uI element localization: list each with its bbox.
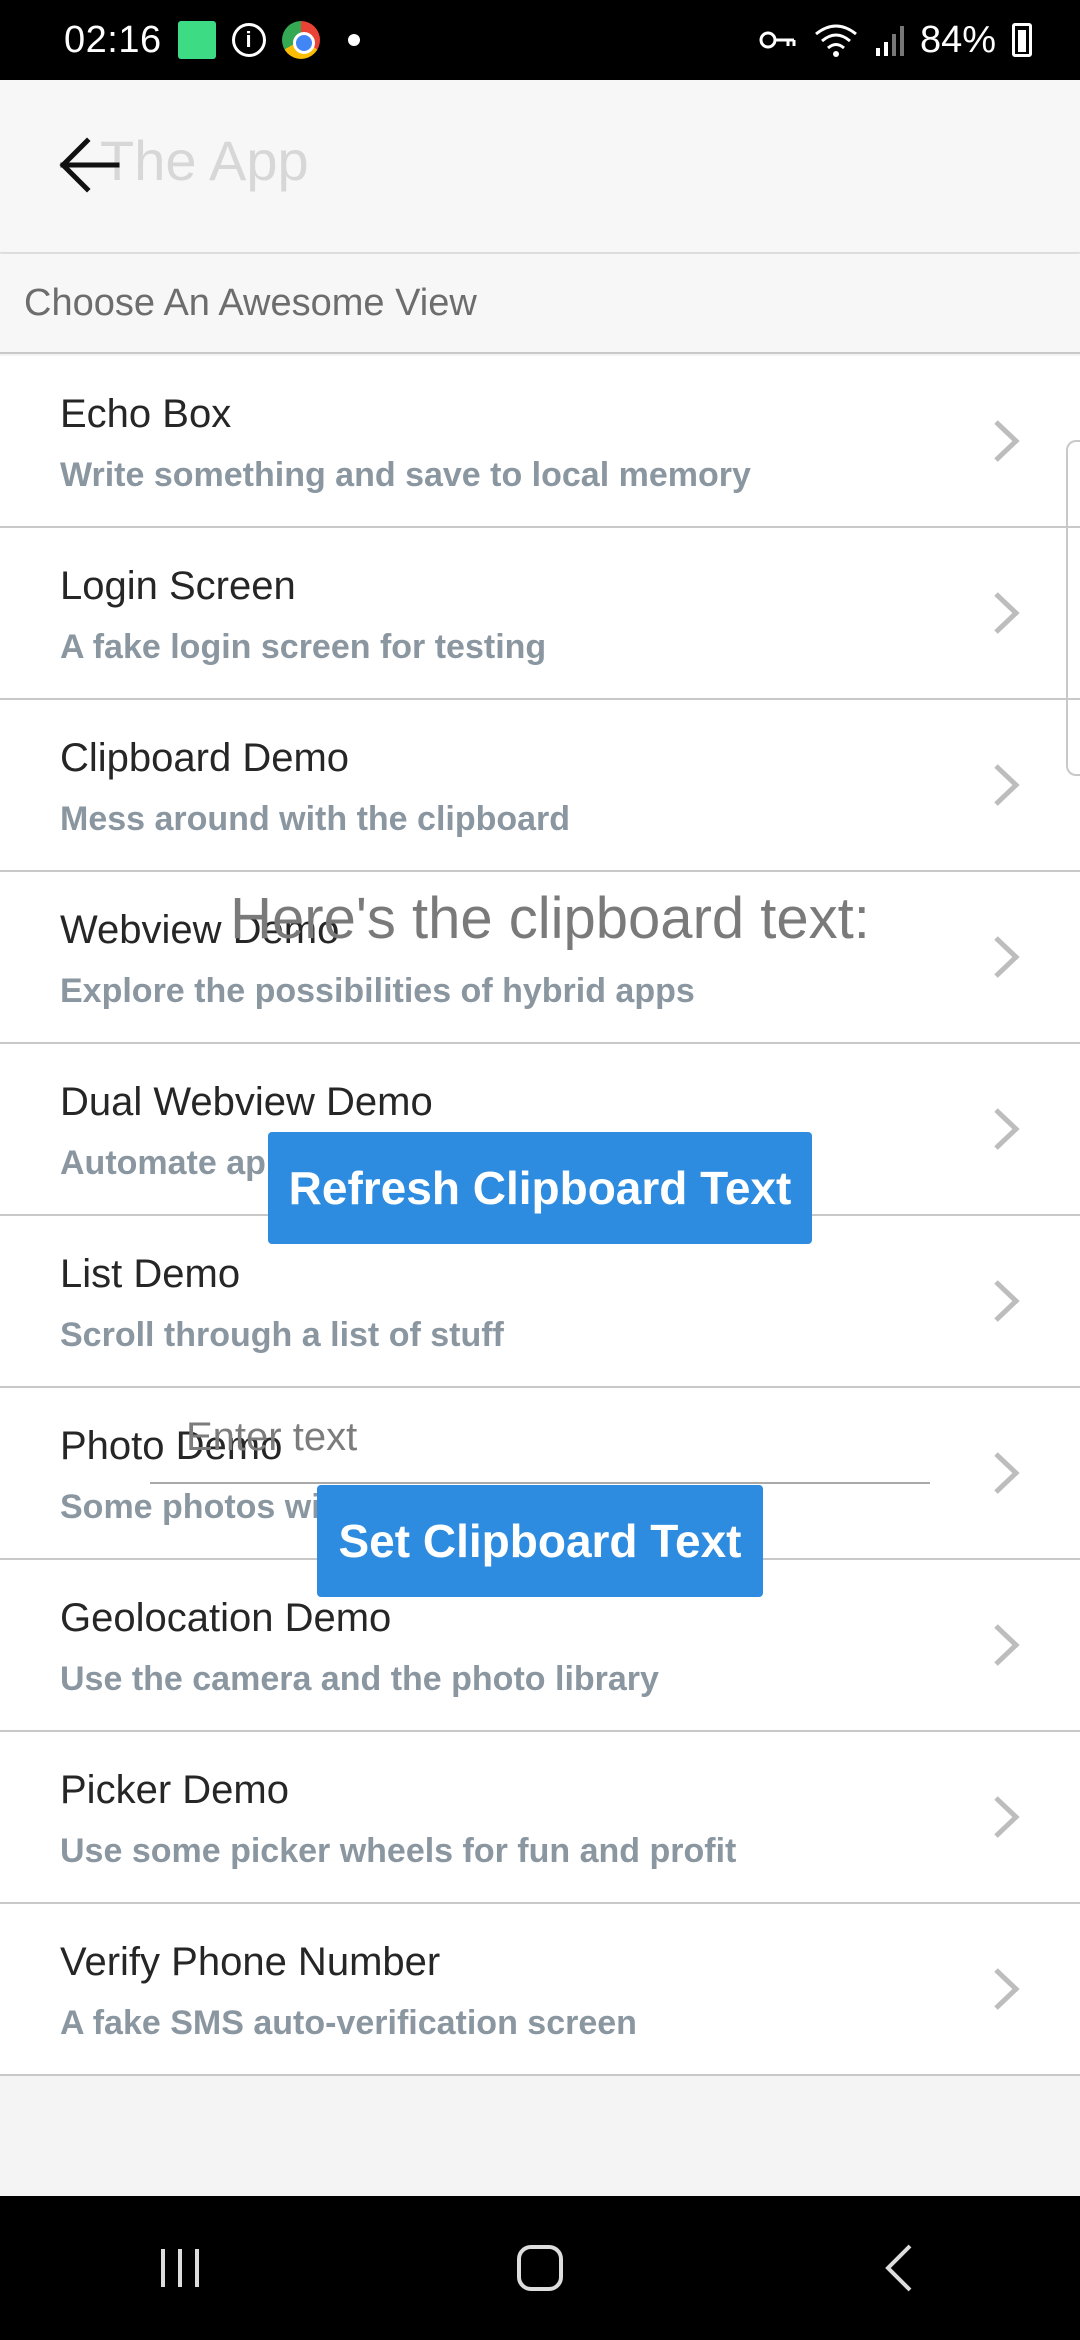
item-title: List Demo <box>60 1252 241 1296</box>
item-subtitle: A fake SMS auto-verification screen <box>60 2004 637 2042</box>
section-header: Choose An Awesome View <box>0 254 1080 354</box>
item-subtitle: Mess around with the clipboard <box>60 800 571 838</box>
set-clipboard-button[interactable]: Set Clipboard Text <box>317 1485 763 1597</box>
refresh-clipboard-button[interactable]: Refresh Clipboard Text <box>268 1132 812 1244</box>
battery-icon <box>1012 23 1032 57</box>
item-title: Verify Phone Number <box>60 1940 441 1984</box>
status-right: 84% <box>758 19 1032 62</box>
clipboard-text-input[interactable] <box>150 1392 930 1484</box>
back-button[interactable] <box>44 120 134 210</box>
system-nav-bar <box>0 2196 1080 2340</box>
item-subtitle: Use the camera and the photo library <box>60 1660 659 1698</box>
home-icon <box>517 2245 563 2291</box>
clipboard-heading: Here's the clipboard text: <box>230 886 870 951</box>
item-title: Geolocation Demo <box>60 1596 392 1640</box>
recent-apps-button[interactable] <box>120 2218 240 2318</box>
list-item-picker-demo[interactable]: Picker Demo Use some picker wheels for f… <box>0 1732 1080 1904</box>
home-button[interactable] <box>480 2218 600 2318</box>
chevron-right-icon <box>994 1452 1020 1494</box>
chevron-right-icon <box>994 1108 1020 1150</box>
scrollbar[interactable] <box>1066 440 1080 776</box>
chevron-right-icon <box>994 1796 1020 1838</box>
status-left: 02:16 i <box>64 19 360 62</box>
battery-level: 84% <box>919 18 996 61</box>
chevron-right-icon <box>994 420 1020 462</box>
status-time: 02:16 <box>64 18 162 61</box>
list-item-login-screen[interactable]: Login Screen A fake login screen for tes… <box>0 528 1080 700</box>
wifi-icon <box>815 24 857 57</box>
list-item-echo-box[interactable]: Echo Box Write something and save to loc… <box>0 356 1080 528</box>
item-title: Dual Webview Demo <box>60 1080 433 1124</box>
back-icon <box>885 2244 912 2292</box>
list-item-verify-phone-number[interactable]: Verify Phone Number A fake SMS auto-veri… <box>0 1904 1080 2076</box>
item-subtitle: Write something and save to local memory <box>60 456 751 494</box>
signal-icon <box>875 26 904 56</box>
item-subtitle: A fake login screen for testing <box>60 628 547 666</box>
screen: 02:16 i 84% The App Choose An Awesome Vi… <box>0 0 1080 2340</box>
chevron-right-icon <box>994 1968 1020 2010</box>
browser-icon <box>281 21 320 59</box>
item-title: Echo Box <box>60 392 232 436</box>
item-title: Clipboard Demo <box>60 736 350 780</box>
app-bar: The App <box>0 80 1080 253</box>
section-title: Choose An Awesome View <box>24 281 477 324</box>
chevron-right-icon <box>994 1624 1020 1666</box>
info-icon: i <box>231 23 266 57</box>
item-subtitle: Explore the possibilities of hybrid apps <box>60 972 695 1010</box>
list-item-clipboard-demo[interactable]: Clipboard Demo Mess around with the clip… <box>0 700 1080 872</box>
item-subtitle: Use some picker wheels for fun and profi… <box>60 1832 737 1870</box>
status-bar: 02:16 i 84% <box>0 0 1080 80</box>
chevron-right-icon <box>994 592 1020 634</box>
item-subtitle: Scroll through a list of stuff <box>60 1316 504 1354</box>
more-notifications-dot-icon <box>347 34 360 46</box>
item-title: Picker Demo <box>60 1768 289 1812</box>
chevron-right-icon <box>994 1280 1020 1322</box>
app-notification-icon <box>177 21 216 59</box>
nav-back-button[interactable] <box>840 2218 960 2318</box>
chevron-right-icon <box>994 764 1020 806</box>
recent-apps-icon <box>161 2249 199 2287</box>
arrow-left-icon <box>59 137 120 193</box>
vpn-key-icon <box>759 31 796 49</box>
item-title: Login Screen <box>60 564 296 608</box>
